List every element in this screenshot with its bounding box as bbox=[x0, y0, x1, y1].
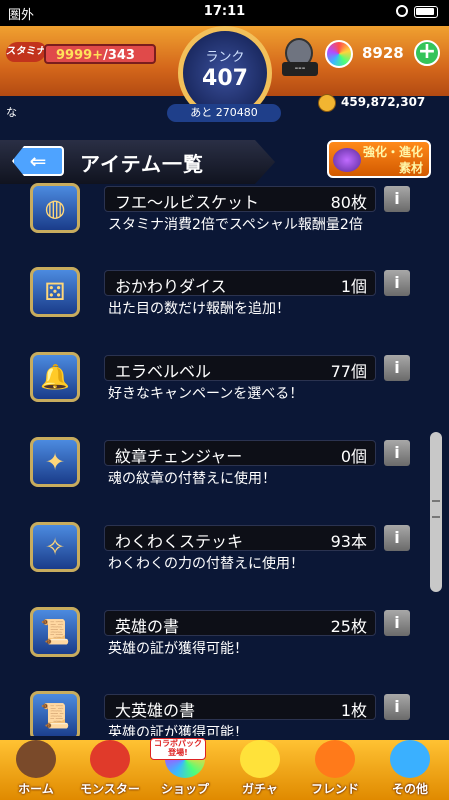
item-list[interactable]: ◍ フエ〜ルビスケット 80枚 スタミナ消費2倍でスペシャル報酬量2倍 i ⚄ … bbox=[0, 178, 449, 736]
clock: 17:11 bbox=[203, 4, 246, 19]
item-name: エラベルベル bbox=[115, 362, 212, 381]
big-scroll-icon: 📜 bbox=[30, 691, 80, 736]
page-title: アイテム一覧 bbox=[80, 152, 204, 176]
nav-gacha-label: ガチャ bbox=[242, 782, 278, 796]
dice-icon: ⚄ bbox=[30, 267, 80, 317]
evolve-material-button[interactable]: 強化・進化 素材 bbox=[327, 140, 431, 178]
list-item[interactable]: 📜 英雄の書 25枚 英雄の証が獲得可能！ i bbox=[0, 602, 440, 676]
item-description: 英雄の証が獲得可能！ bbox=[108, 725, 248, 736]
item-name-box: エラベルベル 77個 bbox=[104, 355, 376, 381]
item-count: 1枚 bbox=[340, 701, 367, 720]
orb-count: 8928 bbox=[362, 44, 404, 62]
item-count: 80枚 bbox=[330, 193, 367, 212]
item-description: 魂の紋章の付替えに使用！ bbox=[108, 471, 276, 487]
nav-monster-label: モンスター bbox=[80, 782, 140, 796]
nav-gacha[interactable]: ガチャ bbox=[224, 740, 296, 800]
item-description: 出た目の数だけ報酬を追加！ bbox=[108, 301, 290, 317]
monster-icon bbox=[333, 148, 361, 172]
item-count: 93本 bbox=[330, 532, 367, 551]
list-item[interactable]: 🔔 エラベルベル 77個 好きなキャンペーンを選べる！ i bbox=[0, 347, 440, 421]
item-name-box: 紋章チェンジャー 0個 bbox=[104, 440, 376, 466]
item-name: 大英雄の書 bbox=[115, 701, 196, 720]
next-rank-exp: あと 270480 bbox=[167, 104, 281, 122]
monster-nav-icon bbox=[90, 740, 130, 778]
rank-value: 407 bbox=[202, 66, 248, 91]
orb-icon bbox=[325, 40, 353, 68]
info-button[interactable]: i bbox=[384, 440, 410, 466]
bell-icon: 🔔 bbox=[30, 352, 80, 402]
nav-home[interactable]: ホーム bbox=[0, 740, 72, 800]
stick-icon: ✧ bbox=[30, 522, 80, 572]
gacha-label: --- bbox=[282, 62, 318, 76]
coin-icon bbox=[318, 94, 336, 112]
item-description: わくわくの力の付替えに使用！ bbox=[108, 556, 304, 572]
nav-other-label: その他 bbox=[391, 782, 428, 796]
rank-label: ランク bbox=[205, 50, 245, 65]
item-description: 好きなキャンペーンを選べる！ bbox=[108, 386, 304, 402]
stamina-bar: 9999+/343 bbox=[44, 44, 156, 64]
item-name: 英雄の書 bbox=[115, 617, 180, 636]
item-name: おかわりダイス bbox=[115, 277, 227, 296]
item-count: 0個 bbox=[340, 447, 367, 466]
collab-badge: コラボパック登場! bbox=[150, 738, 206, 760]
nav-shop-label: ショップ bbox=[160, 782, 209, 796]
battery-icon bbox=[414, 6, 438, 18]
item-name: わくわくステッキ bbox=[115, 532, 244, 551]
nav-friend[interactable]: フレンド bbox=[299, 740, 371, 800]
list-item[interactable]: ⚄ おかわりダイス 1個 出た目の数だけ報酬を追加！ i bbox=[0, 262, 440, 336]
item-count: 25枚 bbox=[330, 617, 367, 636]
status-bar: 圏外 17:11 bbox=[0, 0, 449, 26]
buy-orb-button[interactable]: + bbox=[414, 40, 440, 66]
scroll-grip-icon bbox=[432, 500, 440, 518]
nav-friend-label: フレンド bbox=[310, 782, 359, 796]
list-item[interactable]: ✦ 紋章チェンジャー 0個 魂の紋章の付替えに使用！ i bbox=[0, 432, 440, 506]
list-item[interactable]: ◍ フエ〜ルビスケット 80枚 スタミナ消費2倍でスペシャル報酬量2倍 i bbox=[0, 178, 440, 252]
item-description: スタミナ消費2倍でスペシャル報酬量2倍 bbox=[108, 217, 363, 233]
friend-icon bbox=[315, 740, 355, 778]
item-name: フエ〜ルビスケット bbox=[115, 193, 260, 212]
item-count: 77個 bbox=[330, 362, 367, 381]
info-button[interactable]: i bbox=[384, 525, 410, 551]
gacha-nav-icon bbox=[240, 740, 280, 778]
item-description: 英雄の証が獲得可能！ bbox=[108, 641, 248, 657]
item-name-box: わくわくステッキ 93本 bbox=[104, 525, 376, 551]
item-name-box: フエ〜ルビスケット 80枚 bbox=[104, 186, 376, 212]
item-name-box: 大英雄の書 1枚 bbox=[104, 694, 376, 720]
info-button[interactable]: i bbox=[384, 610, 410, 636]
biscuit-icon: ◍ bbox=[30, 183, 80, 233]
bottom-nav: ホーム モンスター ショップ ガチャ フレンド その他 bbox=[0, 740, 449, 800]
other-question-icon bbox=[390, 740, 430, 778]
stamina-value: 9999+ bbox=[56, 48, 104, 63]
info-button[interactable]: i bbox=[384, 355, 410, 381]
list-item[interactable]: ✧ わくわくステッキ 93本 わくわくの力の付替えに使用！ i bbox=[0, 517, 440, 591]
scroll-icon: 📜 bbox=[30, 607, 80, 657]
orientation-lock-icon bbox=[396, 5, 408, 17]
home-icon bbox=[16, 740, 56, 778]
item-count: 1個 bbox=[340, 277, 367, 296]
info-button[interactable]: i bbox=[384, 694, 410, 720]
info-button[interactable]: i bbox=[384, 186, 410, 212]
list-item[interactable]: 📜 大英雄の書 1枚 英雄の証が獲得可能！ i bbox=[0, 686, 440, 736]
left-label: な bbox=[6, 106, 17, 119]
item-name-box: 英雄の書 25枚 bbox=[104, 610, 376, 636]
stamina-label: スタミナ bbox=[4, 42, 48, 62]
coin-count: 459,872,307 bbox=[341, 95, 426, 109]
info-button[interactable]: i bbox=[384, 270, 410, 296]
item-name: 紋章チェンジャー bbox=[115, 447, 243, 466]
item-name-box: おかわりダイス 1個 bbox=[104, 270, 376, 296]
nav-home-label: ホーム bbox=[18, 782, 54, 796]
nav-monster[interactable]: モンスター bbox=[74, 740, 146, 800]
emblem-icon: ✦ bbox=[30, 437, 80, 487]
nav-other[interactable]: その他 bbox=[374, 740, 446, 800]
stamina-max: /343 bbox=[103, 48, 135, 63]
